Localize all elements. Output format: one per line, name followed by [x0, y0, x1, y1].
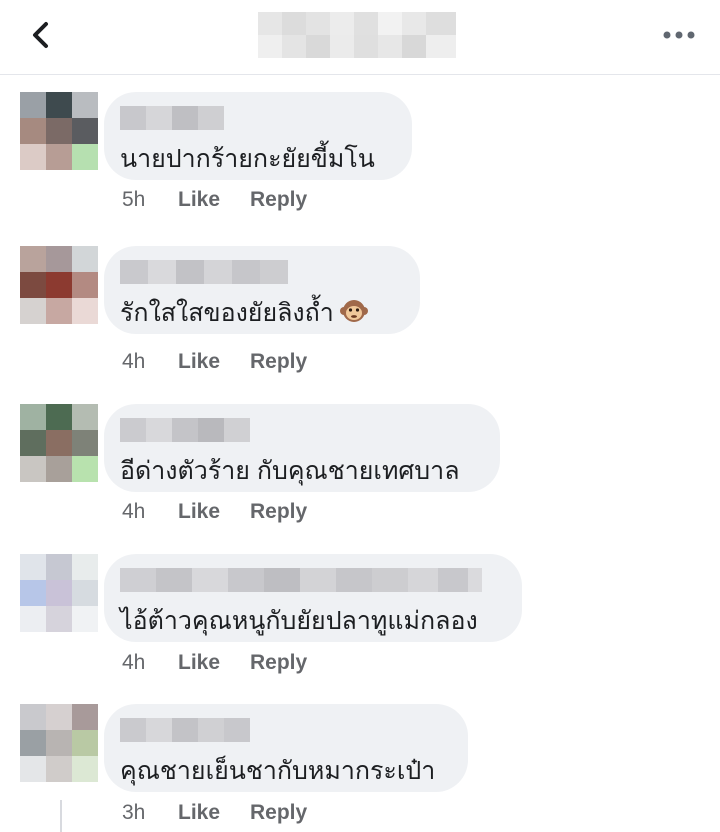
comment-actions: 4h Like Reply: [122, 648, 307, 678]
commenter-name-blurred[interactable]: [120, 106, 396, 130]
avatar[interactable]: [20, 704, 98, 782]
like-button[interactable]: Like: [178, 347, 250, 377]
reply-button[interactable]: Reply: [250, 648, 307, 678]
avatar[interactable]: [20, 92, 98, 170]
comment-actions: 4h Like Reply: [122, 347, 307, 377]
commenter-name-blurred[interactable]: [120, 418, 484, 442]
comment-bubble: คุณชายเย็นชากับหมากระเป๋า: [104, 704, 468, 792]
comment-timestamp: 4h: [122, 651, 146, 674]
comment-bubble: รักใสใสของยัยลิงถ้ำ: [104, 246, 420, 334]
thread-line: [60, 800, 62, 832]
more-horizontal-icon[interactable]: [662, 28, 696, 42]
commenter-name-blurred[interactable]: [120, 718, 452, 742]
reply-button[interactable]: Reply: [250, 798, 307, 828]
comment-timestamp: 4h: [122, 350, 146, 373]
comment-bubble: ไอ้ต้าวคุณหนูกับยัยปลาทูแม่กลอง: [104, 554, 522, 642]
reply-button[interactable]: Reply: [250, 497, 307, 527]
comment-timestamp: 5h: [122, 188, 146, 211]
like-button[interactable]: Like: [178, 185, 250, 215]
page-title-blurred: [258, 12, 456, 58]
comment-timestamp: 3h: [122, 801, 146, 824]
avatar[interactable]: [20, 404, 98, 482]
comment-text: รักใสใสของยัยลิงถ้ำ: [120, 296, 404, 330]
comment-actions: 4h Like Reply: [122, 497, 307, 527]
reply-button[interactable]: Reply: [250, 185, 307, 215]
like-button[interactable]: Like: [178, 648, 250, 678]
like-button[interactable]: Like: [178, 798, 250, 828]
comment-text-value: รักใสใสของยัยลิงถ้ำ: [120, 299, 334, 327]
comment-bubble: อีด่างตัวร้าย กับคุณชายเทศบาล: [104, 404, 500, 492]
comment-text: อีด่างตัวร้าย กับคุณชายเทศบาล: [120, 457, 460, 485]
commenter-name-blurred[interactable]: [120, 568, 506, 592]
like-button[interactable]: Like: [178, 497, 250, 527]
monkey-face-icon: [339, 300, 368, 322]
comment-actions: 5h Like Reply: [122, 185, 307, 215]
comment-bubble: นายปากร้ายกะยัยขี้มโน: [104, 92, 412, 180]
avatar[interactable]: [20, 246, 98, 324]
reply-button[interactable]: Reply: [250, 347, 307, 377]
comment-text: ไอ้ต้าวคุณหนูกับยัยปลาทูแม่กลอง: [120, 607, 478, 635]
comment-actions: 3h Like Reply: [122, 798, 307, 828]
avatar[interactable]: [20, 554, 98, 632]
comment-text: คุณชายเย็นชากับหมากระเป๋า: [120, 757, 436, 785]
commenter-name-blurred[interactable]: [120, 260, 404, 284]
comment-timestamp: 4h: [122, 500, 146, 523]
comment-text: นายปากร้ายกะยัยขี้มโน: [120, 145, 375, 173]
chevron-left-icon[interactable]: [26, 18, 56, 52]
top-bar: [0, 0, 720, 75]
